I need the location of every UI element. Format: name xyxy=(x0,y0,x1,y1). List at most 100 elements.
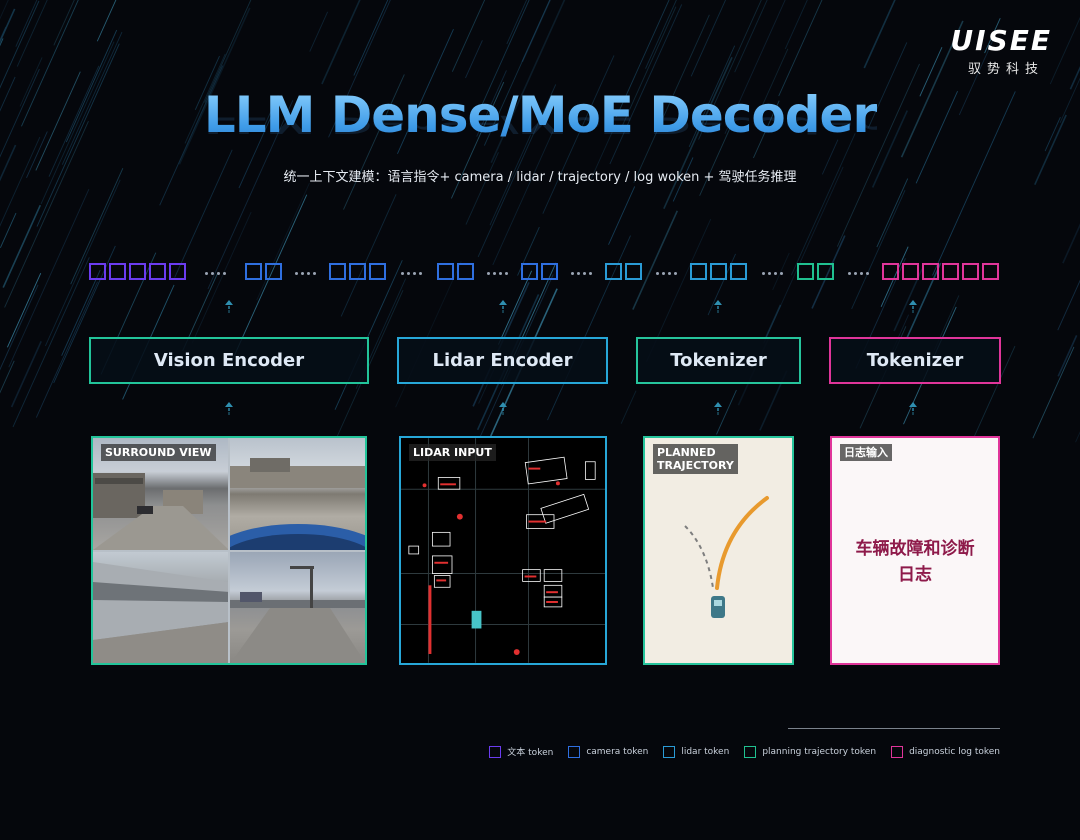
ellipsis-dot xyxy=(768,271,771,275)
lidar-encoder-box: Lidar Encoder xyxy=(397,337,608,384)
legend-swatch xyxy=(568,745,581,758)
legend-divider xyxy=(788,728,1000,729)
legend-item-lidar-token: lidar token xyxy=(663,745,729,758)
background-streak xyxy=(632,210,679,310)
road-scene-image xyxy=(230,565,365,663)
ellipsis-dot xyxy=(571,271,574,275)
lidar-input-label: LIDAR INPUT xyxy=(409,444,496,461)
ellipsis-dot xyxy=(217,271,220,275)
diagnostic-token-square xyxy=(942,263,959,280)
diagnostic-token-square xyxy=(962,263,979,280)
background-streak xyxy=(340,194,397,317)
diagnostic-tokenizer-box: Tokenizer xyxy=(829,337,1001,384)
ellipsis-dot xyxy=(499,271,502,275)
background-streak xyxy=(0,212,17,248)
token-group-camera-token xyxy=(437,263,474,283)
text-token-square xyxy=(129,263,146,280)
arrow-stem xyxy=(502,412,504,415)
page-subtitle: 统一上下文建模：语言指令+ camera / lidar / trajector… xyxy=(283,170,797,185)
logo-wordmark: UISEE xyxy=(950,24,1052,57)
background-streak xyxy=(1075,431,1080,443)
planned-trajectory-label-line2: TRAJECTORY xyxy=(657,459,734,472)
up-arrow-icon xyxy=(713,300,723,316)
legend-item-camera-token: camera token xyxy=(568,745,648,758)
ellipsis-dot xyxy=(854,271,857,275)
token-ellipsis xyxy=(571,269,592,277)
camera-token-square xyxy=(541,263,558,280)
vision-encoder-label: Vision Encoder xyxy=(153,350,305,371)
token-group-camera-token xyxy=(329,263,386,283)
trajectory-tokenizer-box: Tokenizer xyxy=(636,337,801,384)
background-streak xyxy=(851,190,906,310)
ellipsis-dot xyxy=(307,271,310,275)
arrow-stem xyxy=(717,408,719,411)
background-streak xyxy=(8,189,90,368)
arrow-stem xyxy=(502,310,504,313)
token-group-camera-token xyxy=(245,263,282,283)
diagnostic-token-square xyxy=(922,263,939,280)
camera-view-fisheye xyxy=(230,438,365,550)
ellipsis-dot xyxy=(313,271,316,275)
lidar-token-square xyxy=(625,263,642,280)
background-streak xyxy=(690,0,727,77)
background-streak xyxy=(1057,335,1078,377)
arrow-head xyxy=(909,300,917,305)
arrow-stem xyxy=(912,408,914,411)
camera-view-rear xyxy=(230,551,365,663)
ellipsis-dot xyxy=(413,271,416,275)
planned-trajectory-panel: PLANNED TRAJECTORY xyxy=(643,436,794,665)
background-streak xyxy=(492,126,556,266)
ellipsis-dot xyxy=(211,271,214,275)
arrow-stem xyxy=(912,412,914,415)
arrow-stem xyxy=(502,306,504,309)
token-group-lidar-token xyxy=(690,263,747,283)
surround-view-label: SURROUND VIEW xyxy=(101,444,216,461)
token-ellipsis xyxy=(295,269,316,277)
background-streak xyxy=(645,0,677,69)
diagnostic-log-text-line2: 日志 xyxy=(898,565,932,585)
background-streak xyxy=(620,390,637,424)
legend-item-diagnostic-token: diagnostic log token xyxy=(891,745,1000,758)
background-streak xyxy=(784,0,808,50)
ellipsis-dot xyxy=(487,271,490,275)
background-streak xyxy=(309,11,329,52)
brand-logo: UISEE 驭势科技 xyxy=(950,24,1052,78)
up-arrow-icon xyxy=(908,300,918,316)
up-arrow-icon xyxy=(498,402,508,418)
planned-trajectory-label-line1: PLANNED xyxy=(657,446,716,459)
background-streak xyxy=(6,273,42,348)
token-ellipsis xyxy=(656,269,677,277)
camera-token-square xyxy=(369,263,386,280)
token-group-lidar-token xyxy=(605,263,642,283)
background-streak xyxy=(1032,346,1075,439)
surround-view-panel: SURROUND VIEW xyxy=(91,436,367,665)
camera-token-square xyxy=(437,263,454,280)
trajectory-tokenizer-label: Tokenizer xyxy=(670,350,767,371)
arrow-stem xyxy=(912,310,914,313)
background-streak xyxy=(395,260,462,408)
camera-token-square xyxy=(349,263,366,280)
lidar-token-square xyxy=(690,263,707,280)
up-arrow-icon xyxy=(908,402,918,418)
ellipsis-dot xyxy=(762,271,765,275)
planning-token-square xyxy=(797,263,814,280)
up-arrow-icon xyxy=(224,300,234,316)
ellipsis-dot xyxy=(505,271,508,275)
arrow-head xyxy=(499,300,507,305)
background-streak xyxy=(53,0,75,46)
arrow-head xyxy=(225,402,233,407)
background-streak xyxy=(2,204,42,288)
background-streak xyxy=(1049,16,1080,85)
diagnostic-log-text-line1: 车辆故障和诊断 xyxy=(855,539,975,559)
background-streak xyxy=(778,0,823,97)
legend-label: lidar token xyxy=(681,746,730,757)
arrow-stem xyxy=(228,408,230,411)
arrow-head xyxy=(714,300,722,305)
ellipsis-dot xyxy=(668,271,671,275)
building-side-image xyxy=(93,561,228,663)
diagnostic-log-panel: 日志输入 车辆故障和诊断 日志 xyxy=(830,436,1000,665)
arrow-head xyxy=(499,402,507,407)
ellipsis-dot xyxy=(205,271,208,275)
lidar-token-square xyxy=(730,263,747,280)
arrow-stem xyxy=(228,310,230,313)
